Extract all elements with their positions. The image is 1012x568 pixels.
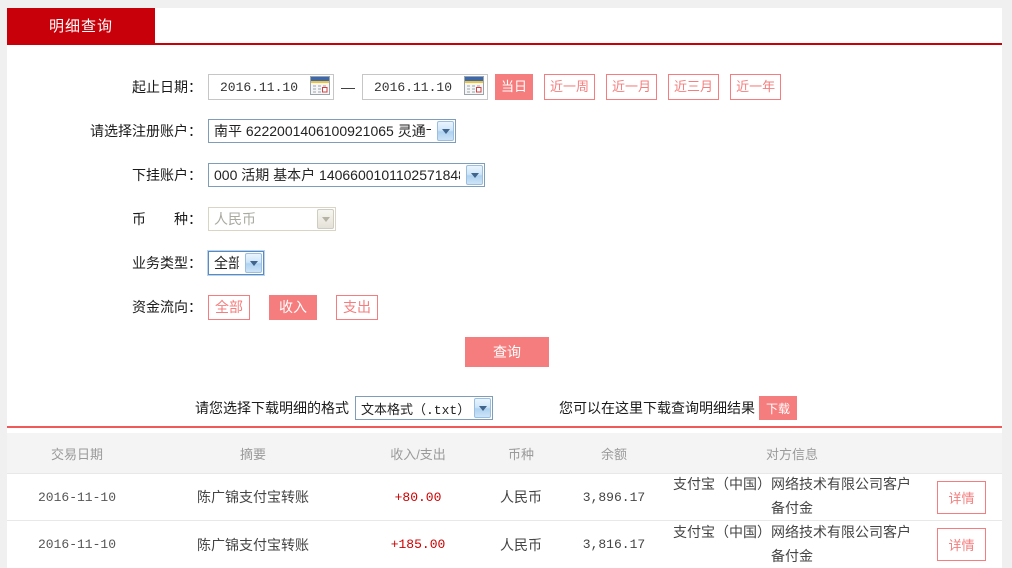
date-range-label: 起止日期： [7, 77, 208, 97]
currency-value: 人民币 [214, 209, 256, 229]
content-panel: 明细查询 起止日期： 2016.11.10 [7, 8, 1002, 568]
header-currency: 币种 [477, 444, 565, 463]
tab-label: 明细查询 [49, 15, 113, 36]
download-row: 请您选择下载明细的格式 文本格式（.txt） 您可以在这里下载查询明细结果 下载 [7, 394, 1002, 422]
cell-summary: 陈广锦支付宝转账 [147, 535, 359, 555]
cell-currency: 人民币 [477, 535, 565, 555]
download-format-label: 请您选择下载明细的格式 [195, 398, 349, 418]
quick-range-year-button[interactable]: 近一年 [730, 74, 781, 100]
cell-actions: 详情 [921, 528, 1002, 561]
start-date-input[interactable]: 2016.11.10 [208, 74, 334, 100]
chevron-down-icon [437, 121, 454, 141]
business-type-value: 全部 [214, 253, 239, 273]
date-separator: — [341, 79, 355, 95]
chevron-down-icon [317, 209, 334, 229]
sub-account-value: 000 活期 基本户 1406600101102571848 [214, 165, 460, 185]
table-row: 2016-11-10 陈广锦支付宝转账 +185.00 人民币 3,816.17… [7, 520, 1002, 568]
download-format-value: 文本格式（.txt） [361, 399, 468, 418]
start-date-calendar-icon[interactable] [309, 76, 331, 98]
register-account-row: 请选择注册账户： 南平 6222001406100921065 灵通卡 [7, 109, 1002, 153]
sub-account-row: 下挂账户： 000 活期 基本户 1406600101102571848 [7, 153, 1002, 197]
fund-direction-label: 资金流向： [7, 297, 208, 317]
cell-counterparty: 支付宝（中国）网络技术有限公司客户备付金 [663, 521, 921, 568]
fund-direction-income-button[interactable]: 收入 [269, 295, 317, 320]
date-range-row: 起止日期： 2016.11.10 [7, 65, 1002, 109]
detail-button[interactable]: 详情 [937, 481, 985, 514]
cell-summary: 陈广锦支付宝转账 [147, 487, 359, 507]
end-date-calendar-icon[interactable] [463, 76, 485, 98]
register-account-select[interactable]: 南平 6222001406100921065 灵通卡 [208, 119, 456, 143]
register-account-value: 南平 6222001406100921065 灵通卡 [214, 121, 431, 141]
tab-detail-query[interactable]: 明细查询 [7, 8, 155, 43]
quick-range-month-button[interactable]: 近一月 [606, 74, 657, 100]
chevron-down-icon [245, 253, 262, 273]
sub-account-select[interactable]: 000 活期 基本户 1406600101102571848 [208, 163, 485, 187]
download-format-select[interactable]: 文本格式（.txt） [355, 396, 493, 420]
table-row: 2016-11-10 陈广锦支付宝转账 +80.00 人民币 3,896.17 … [7, 473, 1002, 520]
table-top-divider [7, 426, 1002, 428]
download-hint: 您可以在这里下载查询明细结果 [559, 398, 755, 418]
end-date-value: 2016.11.10 [363, 80, 463, 95]
currency-select: 人民币 [208, 207, 336, 231]
fund-direction-all-button[interactable]: 全部 [208, 295, 250, 320]
header-income-expense: 收入/支出 [359, 444, 477, 463]
cell-trade-date: 2016-11-10 [7, 537, 147, 552]
register-account-label: 请选择注册账户： [7, 121, 208, 141]
quick-range-today-button[interactable]: 当日 [495, 74, 533, 100]
table-header-row: 交易日期 摘要 收入/支出 币种 余额 对方信息 [7, 433, 1002, 473]
chevron-down-icon [466, 165, 483, 185]
header-balance: 余额 [565, 444, 663, 463]
cell-actions: 详情 [921, 481, 1002, 514]
quick-range-week-button[interactable]: 近一周 [544, 74, 595, 100]
header-summary: 摘要 [147, 444, 359, 463]
business-type-row: 业务类型： 全部 [7, 241, 1002, 285]
fund-direction-expense-button[interactable]: 支出 [336, 295, 378, 320]
start-date-value: 2016.11.10 [209, 80, 309, 95]
download-button[interactable]: 下载 [759, 396, 797, 420]
business-type-select[interactable]: 全部 [208, 251, 264, 275]
detail-button[interactable]: 详情 [937, 528, 985, 561]
header-counterparty: 对方信息 [663, 444, 921, 463]
currency-label: 币 种： [7, 209, 208, 229]
quick-range-3months-button[interactable]: 近三月 [668, 74, 719, 100]
fund-direction-row: 资金流向： 全部 收入 支出 [7, 285, 1002, 329]
cell-balance: 3,896.17 [565, 490, 663, 505]
results-table: 交易日期 摘要 收入/支出 币种 余额 对方信息 2016-11-10 陈广锦支… [7, 433, 1002, 568]
cell-trade-date: 2016-11-10 [7, 490, 147, 505]
cell-amount: +80.00 [359, 490, 477, 505]
sub-account-label: 下挂账户： [7, 165, 208, 185]
end-date-input[interactable]: 2016.11.10 [362, 74, 488, 100]
cell-currency: 人民币 [477, 487, 565, 507]
header-trade-date: 交易日期 [7, 444, 147, 463]
query-form: 起止日期： 2016.11.10 [7, 45, 1002, 367]
chevron-down-icon [474, 398, 491, 418]
query-button[interactable]: 查询 [465, 337, 549, 367]
cell-amount: +185.00 [359, 537, 477, 552]
currency-row: 币 种： 人民币 [7, 197, 1002, 241]
cell-counterparty: 支付宝（中国）网络技术有限公司客户备付金 [663, 473, 921, 521]
cell-balance: 3,816.17 [565, 537, 663, 552]
business-type-label: 业务类型： [7, 253, 208, 273]
